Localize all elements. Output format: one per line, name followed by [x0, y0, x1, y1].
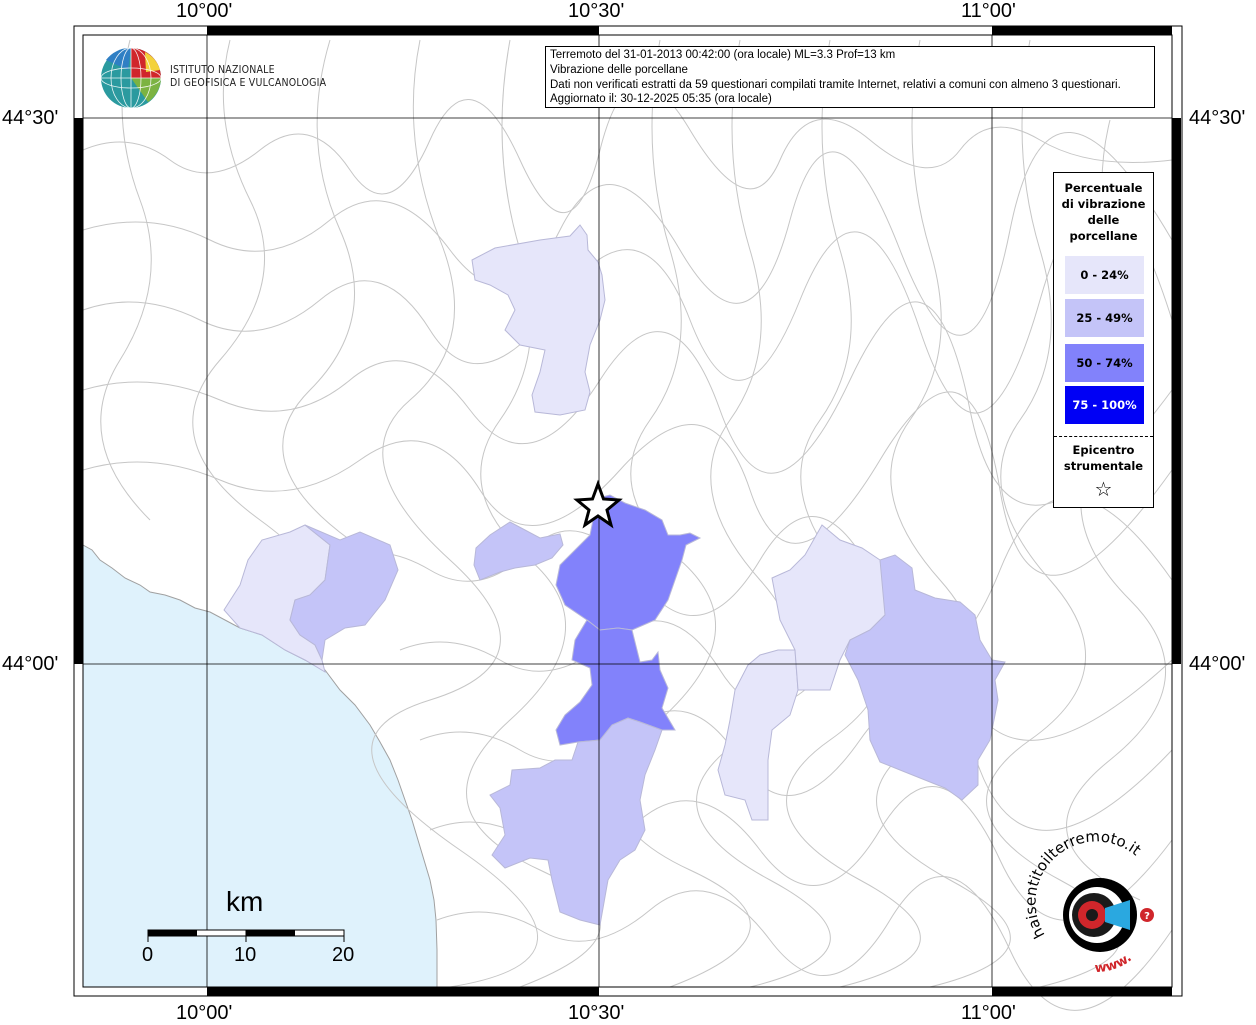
axis-top-label: 11°00': [961, 0, 1016, 22]
svg-text:?: ?: [1144, 911, 1150, 922]
event-info-line: Dati non verificati estratti da 59 quest…: [550, 78, 1121, 91]
scale-unit: km: [226, 886, 264, 917]
legend-epicenter-line: strumentale: [1063, 459, 1144, 473]
axis-bottom-label: 11°00': [961, 1002, 1016, 1024]
scale-tick-label: 10: [234, 944, 257, 966]
axis-top-label: 10°30': [568, 0, 625, 22]
legend-separator: [1054, 436, 1153, 437]
legend-item: 50 - 74%: [1065, 344, 1144, 382]
legend-title-line: porcellane: [1069, 229, 1138, 243]
event-info-line: Terremoto del 31-01-2013 00:42:00 (ora l…: [550, 49, 896, 61]
ingv-line2: DI GEOFISICA E VULCANOLOGIA: [170, 77, 327, 89]
event-info-box: Terremoto del 31-01-2013 00:42:00 (ora l…: [545, 46, 1155, 108]
axis-right-label: 44°30': [1189, 107, 1246, 129]
legend: Percentuale di vibrazione delle porcella…: [1053, 172, 1154, 508]
ingv-line1: ISTITUTO NAZIONALE: [170, 64, 275, 76]
legend-star-icon: ☆: [1094, 477, 1113, 501]
ingv-logo-text: ISTITUTO NAZIONALE DI GEOFISICA E VULCAN…: [170, 64, 326, 90]
axis-left-label: 44°00': [2, 653, 59, 675]
axis-top-label: 10°00': [176, 0, 233, 22]
legend-title: Percentuale di vibrazione delle porcella…: [1054, 180, 1153, 244]
legend-item: 25 - 49%: [1065, 299, 1144, 337]
legend-epicenter-line: Epicentro: [1072, 443, 1135, 457]
ingv-logo: [100, 47, 162, 109]
legend-epicenter-label: Epicentro strumentale: [1054, 442, 1153, 474]
legend-title-line: Percentuale: [1064, 181, 1143, 195]
axis-right-label: 44°00': [1189, 653, 1246, 675]
legend-title-line: di vibrazione: [1061, 197, 1146, 211]
event-info-line: Aggiornato il: 30-12-2025 05:35 (ora loc…: [550, 93, 772, 106]
event-info-line: Vibrazione delle porcellane: [550, 63, 688, 76]
legend-item: 75 - 100%: [1065, 386, 1144, 424]
map-canvas: ? haisentitoilterremoto.it www.: [73, 25, 1183, 1011]
legend-item: 0 - 24%: [1065, 256, 1144, 294]
legend-title-line: delle: [1087, 213, 1120, 227]
scale-tick-label: 0: [142, 944, 154, 966]
axis-bottom-label: 10°30': [568, 1002, 625, 1024]
axis-left-label: 44°30': [2, 107, 59, 129]
scale-tick-label: 20: [332, 944, 355, 966]
axis-bottom-label: 10°00': [176, 1002, 233, 1024]
